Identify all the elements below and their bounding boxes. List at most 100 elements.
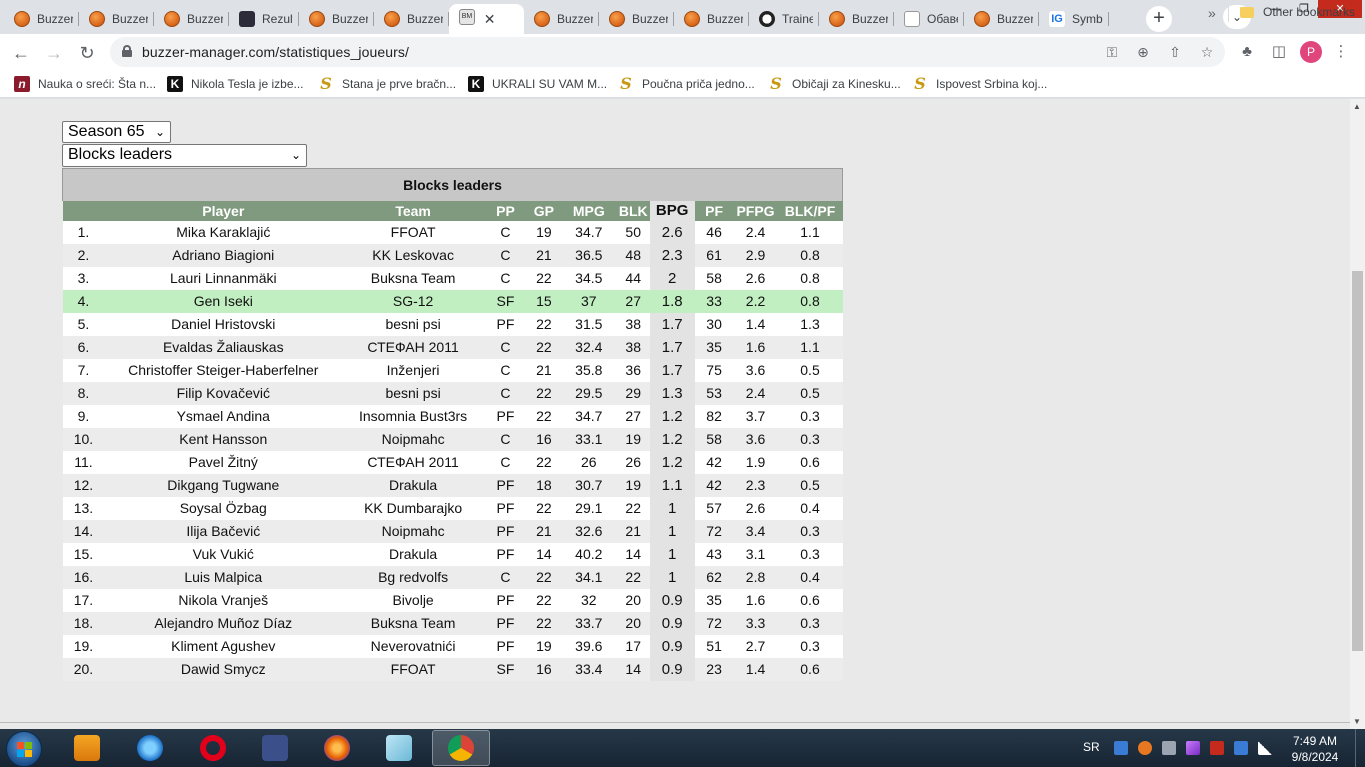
bookmarks-more-chevron[interactable]: » <box>1208 5 1216 21</box>
table-cell: 0.6 <box>777 657 843 681</box>
browser-tab[interactable]: Buzzer <box>819 4 894 34</box>
browser-tab[interactable]: Buzzer <box>599 4 674 34</box>
bookmark-item[interactable]: S Ispovest Srbina koj... <box>912 75 1047 93</box>
column-header[interactable]: BLK <box>616 200 650 221</box>
category-select[interactable]: Blocks leaders ⌄ <box>62 144 307 167</box>
browser-tab[interactable]: Buzzer <box>524 4 599 34</box>
firefox-icon[interactable] <box>308 730 366 766</box>
browser-tab[interactable]: Rezulta <box>229 4 299 34</box>
url-text[interactable]: buzzer-manager.com/statistiques_joueurs/ <box>142 44 409 60</box>
browser-tab[interactable]: Buzzer <box>674 4 749 34</box>
power-icon[interactable] <box>1210 741 1224 755</box>
side-panel-icon[interactable]: ◫ <box>1269 42 1289 62</box>
browser-tab[interactable]: Buzzer <box>964 4 1039 34</box>
table-cell: 14 <box>616 657 650 681</box>
back-arrow-icon[interactable]: ← <box>8 40 34 66</box>
table-cell: 22 <box>616 565 650 589</box>
table-cell: 37 <box>560 289 617 313</box>
scroll-down-arrow-icon[interactable]: ▼ <box>1353 717 1361 726</box>
column-header[interactable]: MPG <box>560 200 617 221</box>
table-cell: 22 <box>526 450 561 474</box>
column-header[interactable]: BLK/PF <box>777 200 843 221</box>
bookmark-star-icon[interactable]: ☆ <box>1197 42 1217 62</box>
scrollbar-thumb[interactable] <box>1352 271 1363 651</box>
start-button[interactable] <box>6 731 42 767</box>
key-icon[interactable]: ⚿ <box>1102 42 1122 62</box>
grid-app-icon[interactable] <box>1114 741 1128 755</box>
column-header[interactable]: PF <box>694 200 734 221</box>
bookmark-item[interactable]: K UKRALI SU VAM M... <box>468 75 607 93</box>
table-cell: 26 <box>616 450 650 474</box>
tab-title: Buzzer <box>557 12 593 26</box>
internet-explorer-icon[interactable] <box>121 730 179 766</box>
table-cell: 29.1 <box>560 496 617 520</box>
bookmark-item[interactable]: n Nauka o sreći: Šta n... <box>14 75 156 93</box>
browser-tab[interactable]: Обаве <box>894 4 964 34</box>
bookmark-item[interactable]: S Stana je prve bračn... <box>318 75 456 93</box>
extensions-puzzle-icon[interactable]: ♣ <box>1237 42 1257 62</box>
table-cell: 33.1 <box>560 427 617 451</box>
link-icon <box>904 11 920 27</box>
table-cell: 33.4 <box>560 657 617 681</box>
lock-icon[interactable] <box>122 45 132 57</box>
browser-tab[interactable]: IG Symbo <box>1039 4 1109 34</box>
season-select[interactable]: Season 65 ⌄ <box>62 121 171 143</box>
table-cell: 2.4 <box>733 220 778 244</box>
address-bar[interactable]: buzzer-manager.com/statistiques_joueurs/… <box>110 37 1225 67</box>
volume-icon[interactable] <box>1162 741 1176 755</box>
table-cell: 22 <box>526 404 561 428</box>
table-cell: 22 <box>526 565 561 589</box>
clock[interactable]: 7:49 AM 9/8/2024 <box>1280 733 1350 765</box>
column-header[interactable]: PFPG <box>733 200 778 221</box>
share-icon[interactable]: ⇧ <box>1165 42 1185 62</box>
browser-tab[interactable]: Buzzer <box>374 4 449 34</box>
browser-tab[interactable]: Buzzer <box>4 4 79 34</box>
table-row: 5. Daniel Hristovski besni psi PF 22 31.5 38 1.… <box>62 312 843 336</box>
language-indicator[interactable]: SR <box>1083 740 1100 754</box>
column-header[interactable]: BPG <box>649 200 695 221</box>
table-cell: PF <box>484 473 527 497</box>
column-header[interactable]: Player <box>104 200 343 221</box>
table-cell: 22 <box>526 312 561 336</box>
bookmark-item[interactable]: S Običaji za Kinesku... <box>768 75 901 93</box>
network-device-icon[interactable] <box>1234 741 1248 755</box>
scroll-up-arrow-icon[interactable]: ▲ <box>1353 102 1361 111</box>
table-row: 1. Mika Karaklajić FFOAT C 19 34.7 50 2.6 46 2.4 1… <box>62 220 843 244</box>
zoom-icon[interactable]: ⊕ <box>1133 42 1153 62</box>
pen-icon[interactable] <box>1186 741 1200 755</box>
close-icon[interactable]: ✕ <box>484 11 496 28</box>
new-tab-button[interactable]: + <box>1146 6 1172 32</box>
menu-kebab-icon[interactable]: ⋮ <box>1331 42 1351 62</box>
browser-tab[interactable]: Buzzer <box>299 4 374 34</box>
alert-icon[interactable] <box>1138 741 1152 755</box>
opera-icon[interactable] <box>184 730 242 766</box>
profile-avatar[interactable]: P <box>1300 41 1322 63</box>
forward-arrow-icon[interactable]: → <box>41 40 67 66</box>
table-cell: C <box>484 266 527 290</box>
table-cell: 14. <box>62 519 105 543</box>
media-player-icon[interactable] <box>58 730 116 766</box>
vertical-scrollbar[interactable]: ▲ ▼ <box>1350 99 1365 729</box>
browser-tab[interactable]: BMBu✕ <box>449 4 524 34</box>
browser-tab[interactable]: Trainer <box>749 4 819 34</box>
signal-icon[interactable] <box>1258 741 1272 755</box>
chrome-icon[interactable] <box>432 730 490 766</box>
table-cell: 3.1 <box>733 542 778 566</box>
notes-app-icon[interactable] <box>370 730 428 766</box>
reload-icon[interactable]: ↻ <box>74 40 100 66</box>
table-cell: Luis Malpica <box>104 565 343 589</box>
browser-tab[interactable]: Buzzer <box>79 4 154 34</box>
tab-title: Buzzer <box>407 12 443 26</box>
table-cell: FFOAT <box>342 657 485 681</box>
other-bookmarks-folder[interactable]: Other bookmarks <box>1240 5 1355 19</box>
column-header[interactable]: GP <box>526 200 561 221</box>
browser-tab[interactable]: Buzzer <box>154 4 229 34</box>
table-cell: SG-12 <box>342 289 485 313</box>
show-desktop-button[interactable] <box>1355 729 1365 767</box>
bookmark-item[interactable]: K Nikola Tesla je izbe... <box>167 75 304 93</box>
save-disk-icon[interactable] <box>246 730 304 766</box>
bookmark-item[interactable]: S Poučna priča jedno... <box>618 75 755 93</box>
column-header[interactable]: Team <box>342 200 485 221</box>
table-cell: 2.3 <box>733 473 778 497</box>
column-header[interactable]: PP <box>484 200 527 221</box>
